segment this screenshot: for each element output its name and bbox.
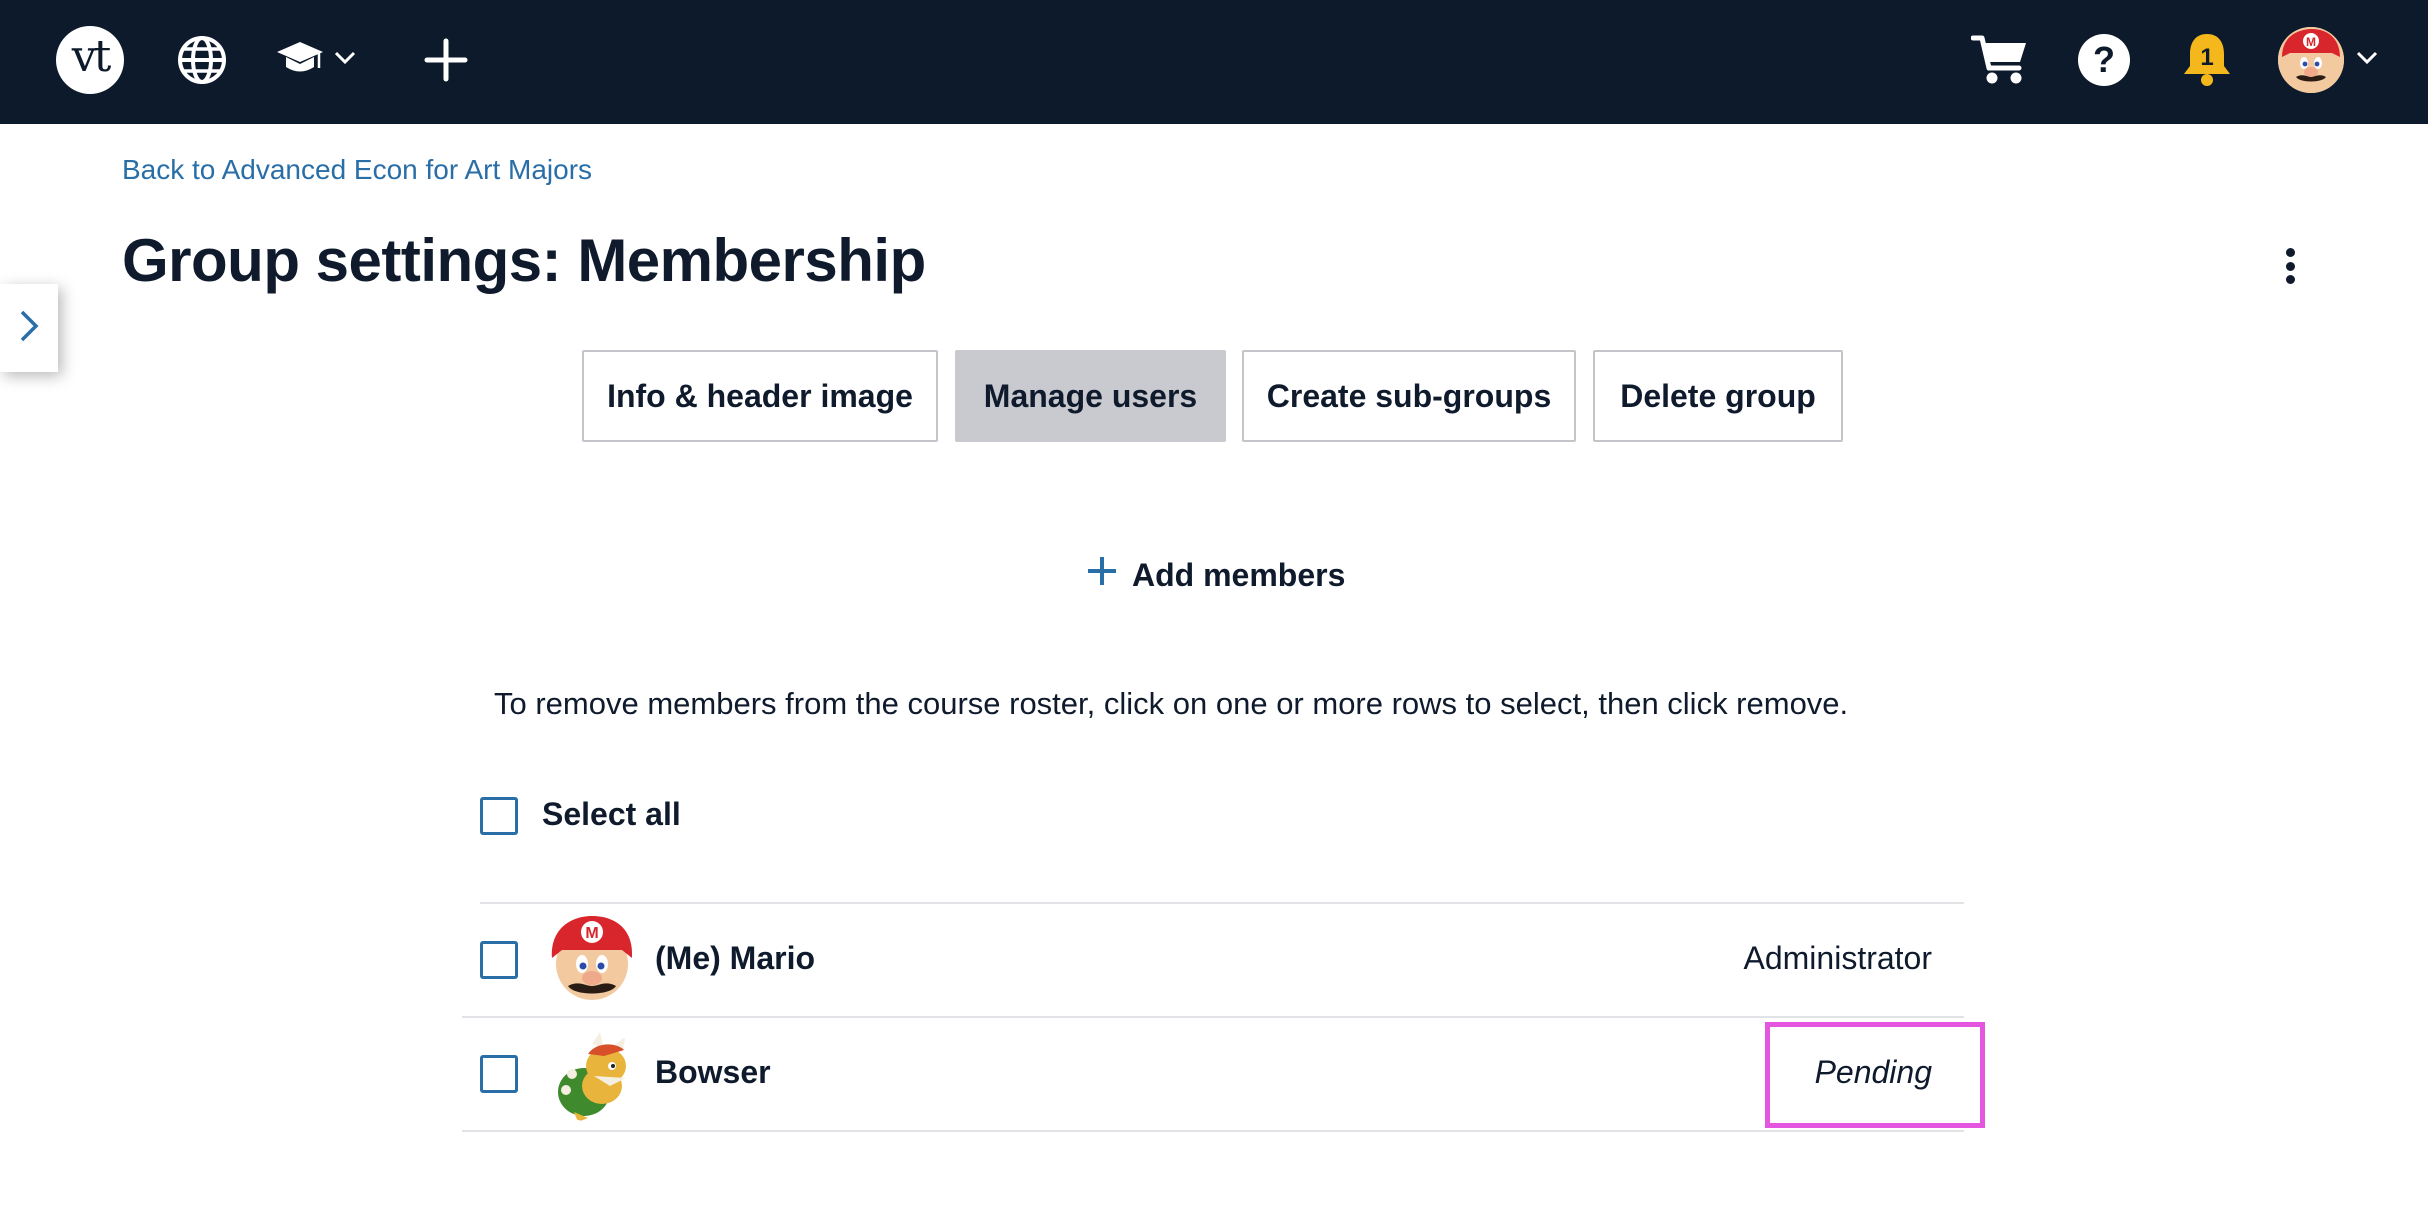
sidebar-toggle-button[interactable] <box>0 284 58 372</box>
divider <box>462 1130 1964 1132</box>
chevron-down-icon <box>2356 51 2378 70</box>
add-members-label: Add members <box>1132 556 1346 593</box>
highlight-box <box>1765 1022 1985 1128</box>
graduation-cap-icon <box>276 38 324 83</box>
avatar <box>544 1026 640 1122</box>
logo-text: vt <box>71 31 112 82</box>
avatar: M <box>2278 27 2344 93</box>
avatar: M <box>544 912 640 1008</box>
profile-menu-button[interactable]: M <box>2278 26 2386 94</box>
courses-menu-button[interactable] <box>276 34 372 86</box>
tab-delete-group[interactable]: Delete group <box>1593 350 1843 442</box>
select-all-label: Select all <box>542 796 681 832</box>
member-checkbox[interactable] <box>480 941 518 979</box>
notification-count: 1 <box>2200 44 2213 71</box>
plus-icon[interactable] <box>418 32 474 88</box>
plus-icon <box>1086 555 1118 595</box>
top-navigation-bar: vt ? 1 M <box>0 0 2428 124</box>
more-options-icon[interactable] <box>2272 244 2308 288</box>
cart-icon[interactable] <box>1968 30 2032 90</box>
svg-text:M: M <box>2306 35 2316 49</box>
chevron-down-icon <box>334 51 356 70</box>
bell-icon[interactable]: 1 <box>2178 28 2236 90</box>
member-row-mario[interactable]: M (Me) Mario Administrator <box>462 904 1964 1016</box>
member-row-bowser[interactable]: Bowser Pending <box>462 1018 1964 1130</box>
add-members-button[interactable]: Add members <box>1086 550 1345 600</box>
back-link[interactable]: Back to Advanced Econ for Art Majors <box>122 154 592 186</box>
page-title: Group settings: Membership <box>122 227 926 294</box>
tab-manage-users[interactable]: Manage users <box>955 350 1226 442</box>
tab-create-sub-groups[interactable]: Create sub-groups <box>1242 350 1576 442</box>
chevron-right-icon <box>19 309 39 348</box>
help-icon[interactable]: ? <box>2078 34 2130 86</box>
svg-text:M: M <box>585 925 598 942</box>
vt-logo[interactable]: vt <box>56 26 124 94</box>
globe-icon[interactable] <box>172 30 232 90</box>
help-glyph: ? <box>2093 39 2115 80</box>
tab-info-header-image[interactable]: Info & header image <box>582 350 938 442</box>
select-all-checkbox[interactable] <box>480 797 518 835</box>
member-name: Bowser <box>655 1054 771 1090</box>
member-name: (Me) Mario <box>655 940 815 976</box>
member-checkbox[interactable] <box>480 1055 518 1093</box>
member-role: Administrator <box>1743 940 1933 976</box>
instructions-text: To remove members from the course roster… <box>494 686 1849 721</box>
